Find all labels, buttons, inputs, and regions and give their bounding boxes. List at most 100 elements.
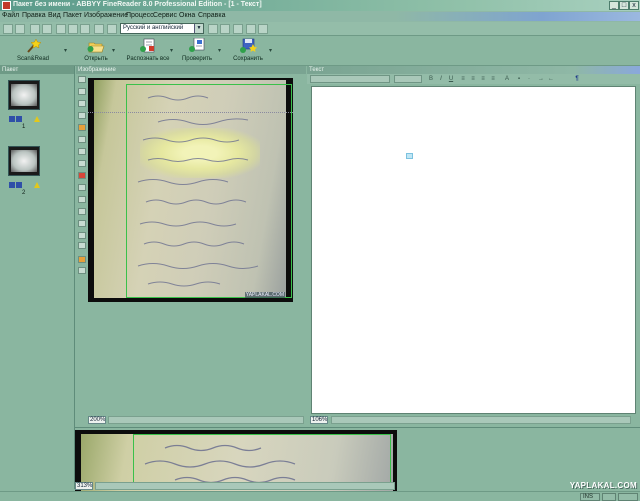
justify-icon[interactable]: ≡ bbox=[489, 75, 497, 83]
warning-icon bbox=[34, 116, 40, 122]
text-area-tool-icon[interactable] bbox=[78, 88, 86, 95]
print-icon[interactable] bbox=[42, 24, 52, 34]
maximize-button[interactable]: □ bbox=[619, 1, 629, 10]
save-small-icon[interactable] bbox=[30, 24, 40, 34]
pen-tool-icon[interactable] bbox=[78, 232, 86, 239]
save-dropdown-icon[interactable]: ▾ bbox=[269, 47, 272, 54]
style-select[interactable] bbox=[310, 75, 390, 83]
warning-icon bbox=[34, 182, 40, 188]
check-dropdown-icon[interactable]: ▾ bbox=[218, 47, 221, 54]
merge-tool-icon[interactable] bbox=[78, 208, 86, 215]
zoom-tool-icon[interactable] bbox=[78, 220, 86, 227]
outdent-icon[interactable]: ← bbox=[547, 75, 555, 83]
page-thumbnail-2[interactable] bbox=[8, 146, 40, 176]
page-thumbnail-1[interactable] bbox=[8, 80, 40, 110]
align-center-icon[interactable]: ≡ bbox=[469, 75, 477, 83]
pages-pane-title: Пакет bbox=[0, 66, 74, 74]
menu-bar-filler bbox=[395, 12, 640, 21]
app-icon[interactable] bbox=[2, 1, 11, 10]
highlight-icon[interactable]: ▪ bbox=[515, 75, 523, 83]
page-type-icon bbox=[9, 116, 15, 122]
pages-pane: Пакет 1 2 bbox=[0, 66, 75, 489]
scan-and-read-button[interactable]: Scan&Read bbox=[10, 37, 56, 65]
barcode-area-tool-icon[interactable] bbox=[78, 124, 86, 131]
image-horizontal-scrollbar[interactable] bbox=[108, 416, 304, 424]
image-watermark: YAPLAKAL.COM bbox=[244, 292, 285, 298]
menu-file[interactable]: Файл bbox=[2, 12, 19, 19]
site-watermark: YAPLAKAL.COM bbox=[569, 481, 637, 490]
indent-icon[interactable]: → bbox=[537, 75, 545, 83]
check-button[interactable]: Проверить bbox=[178, 37, 216, 65]
open-icon[interactable] bbox=[15, 24, 25, 34]
close-button[interactable]: x bbox=[629, 1, 639, 10]
status-cell bbox=[602, 493, 616, 501]
rotate-tool-icon[interactable] bbox=[78, 256, 86, 263]
picture-placeholder-icon[interactable] bbox=[406, 153, 413, 159]
recognize-all-button[interactable]: Распознать все bbox=[122, 37, 174, 65]
text-zoom-level[interactable]: 106% bbox=[310, 416, 328, 424]
menu-windows[interactable]: Окна bbox=[179, 12, 195, 19]
picture-area-tool-icon[interactable] bbox=[78, 112, 86, 119]
add-area-tool-icon[interactable] bbox=[78, 136, 86, 143]
font-size-select[interactable] bbox=[394, 75, 422, 83]
main-toolbar: Scan&Read ▾ Открыть ▾ Распознать все ▾ П… bbox=[0, 36, 640, 66]
menu-edit[interactable]: Правка bbox=[22, 12, 46, 19]
font-color-icon[interactable]: A bbox=[503, 75, 511, 83]
italic-icon[interactable]: I bbox=[437, 75, 445, 83]
zoom-window-level[interactable]: 313% bbox=[75, 482, 93, 490]
language-select-value: Русский и английский bbox=[123, 25, 184, 31]
insert-mode-indicator: INS bbox=[580, 493, 600, 501]
order-tool-icon[interactable] bbox=[78, 160, 86, 167]
language-select[interactable]: Русский и английский ▼ bbox=[120, 23, 204, 34]
open-button[interactable]: Открыть bbox=[76, 37, 116, 65]
bold-icon[interactable]: B bbox=[427, 75, 435, 83]
check-small-icon[interactable] bbox=[246, 24, 256, 34]
invert-tool-icon[interactable] bbox=[78, 267, 86, 274]
undo-icon[interactable] bbox=[68, 24, 78, 34]
open-image-icon[interactable] bbox=[208, 24, 218, 34]
recognize-dropdown-icon[interactable]: ▾ bbox=[170, 47, 173, 54]
menu-process[interactable]: Процесс bbox=[126, 12, 154, 19]
redo-icon[interactable] bbox=[80, 24, 90, 34]
bullets-icon[interactable]: · bbox=[525, 75, 533, 83]
menu-help[interactable]: Справка bbox=[198, 12, 225, 19]
table-lines-tool-icon[interactable] bbox=[78, 184, 86, 191]
new-batch-icon[interactable] bbox=[3, 24, 13, 34]
chevron-down-icon[interactable]: ▼ bbox=[194, 24, 203, 33]
save-button[interactable]: Сохранить bbox=[228, 37, 268, 65]
page-type-icon bbox=[9, 182, 15, 188]
align-right-icon[interactable]: ≡ bbox=[479, 75, 487, 83]
text-horizontal-scrollbar[interactable] bbox=[331, 416, 631, 424]
scanned-image[interactable]: YAPLAKAL.COM bbox=[88, 78, 293, 302]
align-left-icon[interactable]: ≡ bbox=[459, 75, 467, 83]
export-small-icon[interactable] bbox=[258, 24, 268, 34]
recognize-small-icon[interactable] bbox=[233, 24, 243, 34]
recognize-all-label: Распознать все bbox=[126, 56, 170, 62]
menu-batch[interactable]: Пакет bbox=[63, 12, 82, 19]
pilcrow-icon[interactable]: ¶ bbox=[573, 75, 581, 83]
open-dropdown-icon[interactable]: ▾ bbox=[112, 47, 115, 54]
scan-and-read-label: Scan&Read bbox=[16, 56, 50, 62]
text-area-frame[interactable] bbox=[126, 84, 292, 298]
table-area-tool-icon[interactable] bbox=[78, 100, 86, 107]
delete-area-tool-icon[interactable] bbox=[78, 172, 86, 179]
menu-tools[interactable]: Сервис bbox=[153, 12, 177, 19]
minimize-button[interactable]: _ bbox=[609, 1, 619, 10]
page-icon[interactable] bbox=[94, 24, 104, 34]
cell-tool-icon[interactable] bbox=[78, 196, 86, 203]
image-zoom-level[interactable]: 200% bbox=[88, 416, 106, 424]
magic-wand-icon bbox=[27, 38, 42, 53]
scan-dropdown-icon[interactable]: ▾ bbox=[64, 47, 67, 54]
zoom-horizontal-scrollbar[interactable] bbox=[95, 482, 395, 490]
layout-icon[interactable] bbox=[107, 24, 117, 34]
eraser-tool-icon[interactable] bbox=[78, 242, 86, 249]
cut-area-tool-icon[interactable] bbox=[78, 148, 86, 155]
underline-icon[interactable]: U bbox=[447, 75, 455, 83]
menu-image[interactable]: Изображение bbox=[84, 12, 128, 19]
scan-small-icon[interactable] bbox=[220, 24, 230, 34]
text-page[interactable] bbox=[311, 86, 636, 414]
menu-view[interactable]: Вид bbox=[48, 12, 61, 19]
title-bar: Пакет без имени - ABBYY FineReader 8.0 P… bbox=[0, 0, 640, 11]
select-tool-icon[interactable] bbox=[78, 76, 86, 83]
cut-icon[interactable] bbox=[56, 24, 66, 34]
